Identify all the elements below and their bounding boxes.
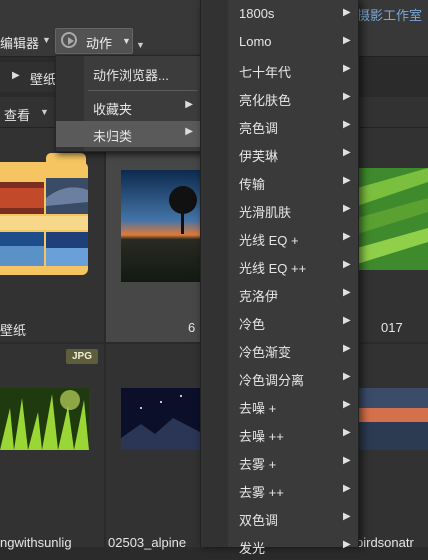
submenu-item[interactable]: 光滑肌肤 ▶ (201, 196, 358, 224)
submenu-item-label: 光线 EQ ++ (239, 261, 307, 276)
submenu-item-label: 冷色渐变 (239, 345, 292, 360)
chevron-right-icon: ▶ (343, 231, 351, 242)
submenu-item-label: 去噪 ++ (239, 429, 284, 444)
chevron-right-icon: ▶ (343, 427, 351, 438)
studio-link[interactable]: 摄影工作室 (357, 5, 422, 24)
submenu-item[interactable]: 去噪 ++ ▶ (201, 420, 358, 448)
chevron-down-icon: ▼ (122, 36, 131, 46)
chevron-right-icon: ▶ (343, 511, 351, 522)
chevron-right-icon: ▶ (343, 287, 351, 298)
chevron-right-icon: ▶ (343, 147, 351, 158)
submenu-item[interactable]: 去雾 ++ ▶ (201, 476, 358, 504)
chevron-right-icon[interactable]: ▶ (12, 70, 20, 81)
chevron-right-icon: ▶ (343, 91, 351, 102)
submenu-item-label: 1800s (239, 6, 275, 21)
thumbnail-caption: 6 (188, 320, 196, 335)
chevron-right-icon: ▶ (343, 63, 351, 74)
submenu-item-label: 冷色 (239, 317, 266, 332)
chevron-right-icon: ▶ (343, 315, 351, 326)
chevron-down-icon[interactable]: ▼ (136, 40, 145, 50)
submenu-item[interactable]: 去噪 + ▶ (201, 392, 358, 420)
submenu-item-label: 光线 EQ + (239, 233, 299, 248)
actions-menu: 动作浏览器... 收藏夹 ▶ 未归类 ▶ (55, 55, 202, 152)
submenu-item-label: 冷色调分离 (239, 373, 305, 388)
play-circle-icon (61, 32, 77, 48)
menu-item-label: 动作浏览器... (93, 68, 169, 83)
submenu-item[interactable]: 发光 ▶ (201, 532, 358, 560)
chevron-right-icon: ▶ (343, 371, 351, 382)
submenu-item[interactable]: 传输 ▶ (201, 168, 358, 196)
menu-item-label: 收藏夹 (93, 102, 133, 117)
chevron-right-icon: ▶ (185, 99, 193, 110)
submenu-item[interactable]: 光线 EQ ++ ▶ (201, 252, 358, 280)
chevron-right-icon: ▶ (343, 343, 351, 354)
submenu-item[interactable]: 去雾 + ▶ (201, 448, 358, 476)
editor-menu-label[interactable]: 编辑器 (0, 33, 39, 52)
folder-icon[interactable] (0, 162, 88, 275)
submenu-item[interactable]: 七十年代 ▶ (201, 56, 358, 84)
submenu-item[interactable]: 冷色渐变 ▶ (201, 336, 358, 364)
chevron-right-icon: ▶ (343, 35, 351, 46)
breadcrumb-item[interactable]: 壁纸 (30, 69, 56, 88)
submenu-item[interactable]: 1800s ▶ (201, 0, 358, 28)
thumbnail-image[interactable] (121, 170, 200, 282)
menu-item-uncategorized[interactable]: 未归类 ▶ (56, 121, 201, 147)
chevron-right-icon: ▶ (343, 539, 351, 550)
actions-button-label: 动作 (86, 36, 113, 51)
chevron-down-icon[interactable]: ▼ (42, 35, 51, 45)
chevron-right-icon: ▶ (343, 399, 351, 410)
submenu-item-label: Lomo (239, 34, 272, 49)
menu-item-favorites[interactable]: 收藏夹 ▶ (56, 94, 201, 120)
submenu-item-label: 去噪 + (239, 401, 277, 416)
chevron-right-icon: ▶ (343, 455, 351, 466)
menu-item-action-browser[interactable]: 动作浏览器... (56, 60, 201, 86)
submenu-item-label: 去雾 ++ (239, 485, 284, 500)
thumbnail-image[interactable] (121, 388, 200, 450)
thumbnail-caption: ngwithsunlig (0, 535, 72, 550)
chevron-right-icon: ▶ (343, 259, 351, 270)
chevron-right-icon: ▶ (343, 7, 351, 18)
submenu-item[interactable]: 双色调 ▶ (201, 504, 358, 532)
submenu-item-label: 传输 (239, 177, 266, 192)
submenu-item-label: 双色调 (239, 513, 279, 528)
submenu-item[interactable]: 冷色 ▶ (201, 308, 358, 336)
submenu-item[interactable]: 亮化肤色 ▶ (201, 84, 358, 112)
chevron-right-icon: ▶ (343, 483, 351, 494)
thumbnail-image[interactable] (0, 388, 89, 450)
submenu-item[interactable]: 光线 EQ + ▶ (201, 224, 358, 252)
submenu-item[interactable]: 冷色调分离 ▶ (201, 364, 358, 392)
uncategorized-submenu: 1800s ▶ Lomo ▶ 七十年代 ▶ 亮化肤色 ▶ 亮色调 ▶ 伊芙琳 ▶ 传输 ▶ 光滑肌肤 ▶ 光线 … (200, 0, 359, 556)
submenu-item-label: 克洛伊 (239, 289, 279, 304)
submenu-item-label: 光滑肌肤 (239, 205, 292, 220)
thumbnail-caption: birdsonatr (356, 535, 414, 550)
submenu-item[interactable]: 亮色调 ▶ (201, 112, 358, 140)
folder-caption: 壁纸 (0, 323, 27, 338)
submenu-item-label: 七十年代 (239, 65, 292, 80)
submenu-item-label: 发光 (239, 541, 266, 556)
chevron-down-icon[interactable]: ▼ (40, 107, 49, 117)
view-menu-label[interactable]: 查看 (4, 105, 30, 124)
submenu-item-label: 亮化肤色 (239, 93, 292, 108)
thumbnail-image[interactable] (357, 168, 428, 270)
thumbnail-caption: 02503_alpine (108, 535, 187, 550)
chevron-right-icon: ▶ (343, 203, 351, 214)
menu-separator (88, 90, 198, 91)
submenu-item[interactable]: 伊芙琳 ▶ (201, 140, 358, 168)
submenu-item-label: 亮色调 (239, 121, 279, 136)
submenu-item[interactable]: 克洛伊 ▶ (201, 280, 358, 308)
chevron-right-icon: ▶ (343, 175, 351, 186)
submenu-item-label: 去雾 + (239, 457, 277, 472)
actions-button[interactable]: 动作 ▼ (55, 28, 133, 54)
thumbnail-image[interactable] (357, 388, 428, 450)
chevron-right-icon: ▶ (343, 119, 351, 130)
submenu-item-label: 伊芙琳 (239, 149, 279, 164)
menu-item-label: 未归类 (93, 129, 133, 144)
submenu-item[interactable]: Lomo ▶ (201, 28, 358, 56)
chevron-right-icon: ▶ (185, 126, 193, 137)
thumbnail-caption: 017 (381, 320, 403, 335)
file-type-badge: JPG (66, 349, 98, 364)
